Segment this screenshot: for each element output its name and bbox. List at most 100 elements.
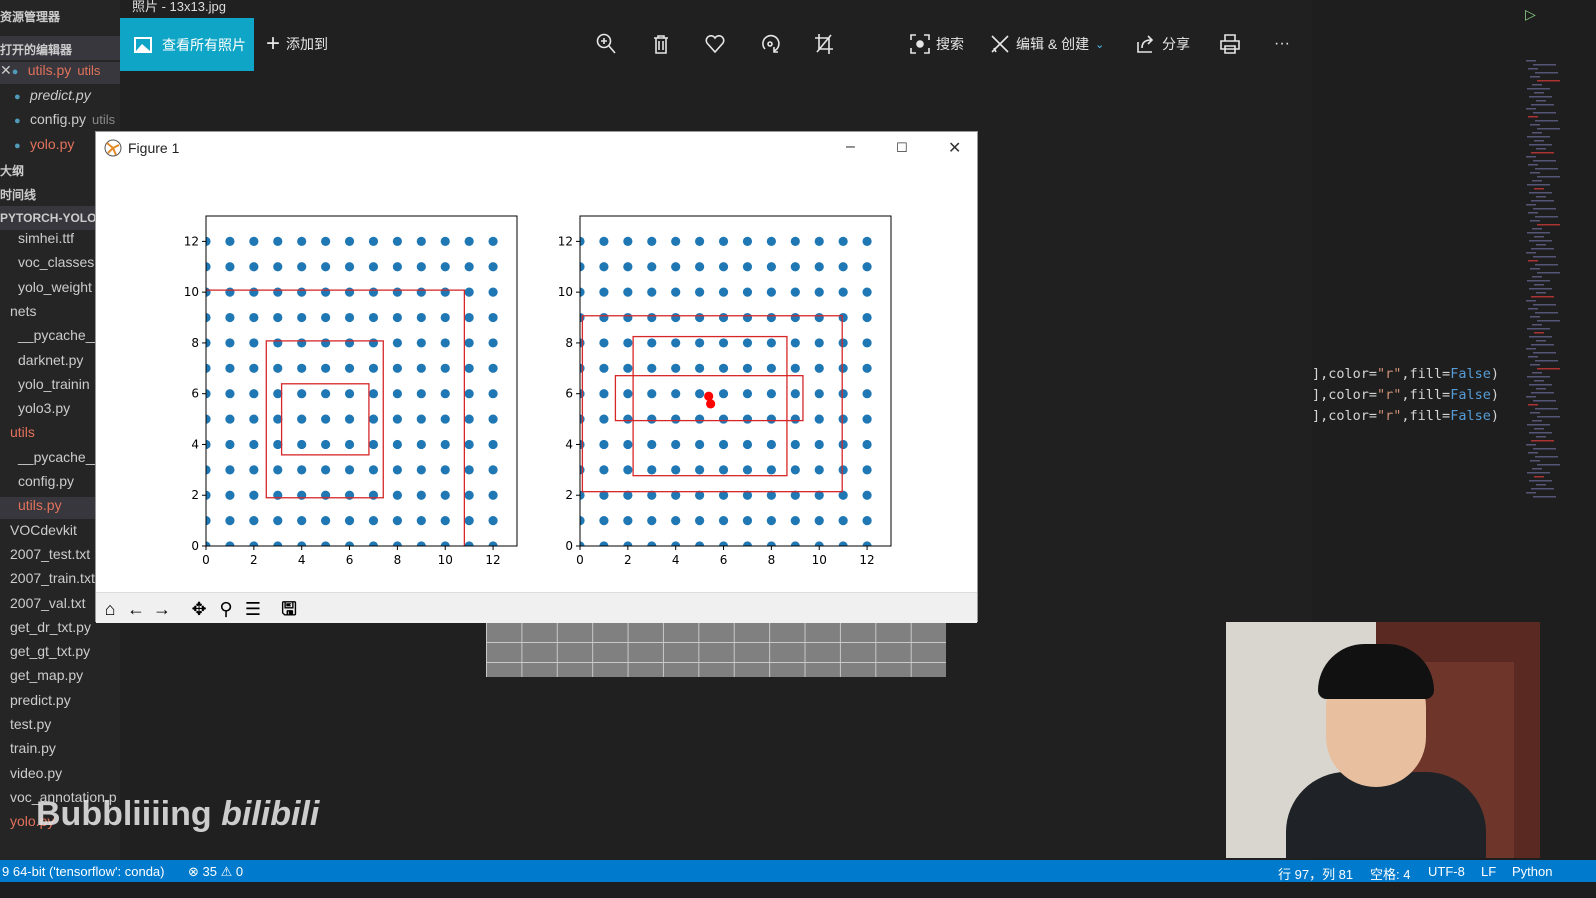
pan-icon[interactable]: ✥ — [187, 597, 211, 621]
back-arrow-icon[interactable]: ← — [124, 597, 148, 621]
scatter-point — [249, 287, 259, 297]
view-all-photos-button[interactable]: 查看所有照片 — [120, 18, 254, 71]
scatter-point — [273, 465, 283, 475]
edit-create-button[interactable]: 编辑 & 创建 ⌄ — [990, 30, 1104, 58]
file-tree-item[interactable]: video.py — [0, 765, 120, 787]
outline-header[interactable]: 大纲 — [0, 162, 24, 179]
scatter-point — [790, 363, 800, 373]
cursor-position[interactable]: 行 97，列 81 — [1278, 864, 1353, 883]
open-editor-item[interactable]: ✕● utils.py utils — [0, 62, 120, 84]
delete-button[interactable] — [652, 30, 670, 58]
share-label: 分享 — [1162, 36, 1190, 52]
language-mode[interactable]: Python — [1512, 864, 1552, 879]
run-icon[interactable]: ▷ — [1525, 6, 1536, 23]
close-icon[interactable]: ✕ — [0, 62, 12, 78]
highlight-point — [706, 399, 716, 409]
scatter-point — [671, 287, 681, 297]
code-line[interactable]: ],color="r",fill=False) — [1312, 387, 1499, 403]
matplotlib-figure-window: Figure 1 – ☐ ✕ 0 2 4 6 8 10 12 0 2 4 6 8 10 12 0 2 4 6 8 10… — [95, 131, 978, 623]
file-name: 2007_val.txt — [10, 594, 86, 611]
open-editor-item[interactable]: ● predict.py — [0, 87, 120, 109]
scatter-point — [273, 516, 283, 526]
minimap-line — [1528, 356, 1538, 358]
open-editors-header[interactable]: 打开的编辑器 — [0, 36, 120, 60]
scatter-point — [440, 262, 450, 272]
scatter-point — [488, 389, 498, 399]
scatter-point — [368, 439, 379, 450]
timeline-header[interactable]: 时间线 — [0, 186, 36, 203]
print-button[interactable] — [1220, 30, 1240, 58]
open-editor-item[interactable]: ● config.py utils — [0, 111, 120, 133]
scatter-point — [838, 287, 848, 297]
scatter-point — [838, 338, 848, 348]
minimap-line — [1536, 148, 1546, 150]
indentation[interactable]: 空格: 4 — [1370, 864, 1410, 883]
save-icon[interactable]: 🖫 — [277, 597, 301, 621]
scatter-point — [344, 312, 355, 323]
file-name: config.py — [30, 111, 87, 127]
zoom-rect-icon[interactable]: ⚲ — [214, 597, 238, 621]
scatter-point — [742, 363, 753, 373]
scatter-point — [416, 363, 426, 373]
scatter-point — [623, 465, 633, 475]
eol[interactable]: LF — [1481, 864, 1496, 879]
more-button[interactable]: ··· — [1274, 30, 1290, 58]
file-tree-item[interactable]: test.py — [0, 716, 120, 738]
python-interpreter[interactable]: 9 64-bit ('tensorflow': conda) — [2, 864, 165, 879]
scatter-point — [249, 338, 259, 348]
x-tick-label: 0 — [202, 553, 210, 567]
code-token: "r" — [1377, 387, 1402, 403]
scatter-point — [392, 516, 402, 526]
file-name: 2007_test.txt — [10, 545, 91, 562]
code-line[interactable]: ],color="r",fill=False) — [1312, 408, 1499, 424]
minimap-line — [1533, 448, 1556, 450]
scatter-point — [671, 465, 681, 475]
scatter-point — [440, 414, 450, 424]
scatter-point — [599, 262, 609, 272]
scatter-point — [416, 490, 426, 500]
x-tick-label: 2 — [624, 553, 632, 567]
scatter-point — [368, 465, 379, 475]
minimap[interactable] — [1520, 60, 1568, 510]
scatter-point — [249, 465, 259, 475]
problems-indicator[interactable]: ⊗ 35 ⚠ 0 — [188, 864, 243, 880]
minimap-line — [1530, 316, 1540, 318]
file-name: utils.py — [27, 62, 72, 78]
code-token: ],color= — [1312, 408, 1378, 424]
search-button[interactable]: 搜索 — [910, 30, 964, 58]
scatter-point — [790, 465, 800, 475]
photos-title: 照片 - 13x13.jpg — [132, 0, 226, 14]
favorite-button[interactable] — [705, 30, 725, 58]
file-tree-item[interactable]: get_map.py — [0, 667, 120, 689]
forward-arrow-icon[interactable]: → — [150, 597, 174, 621]
scatter-point — [814, 389, 824, 399]
minimap-line — [1526, 156, 1536, 158]
zoom-button[interactable] — [596, 30, 616, 58]
configure-subplots-icon[interactable]: ☰ — [241, 597, 265, 621]
share-button[interactable]: 分享 — [1136, 30, 1190, 58]
home-icon[interactable]: ⌂ — [98, 597, 122, 621]
heart-icon — [705, 35, 725, 53]
code-line[interactable]: ],color="r",fill=False) — [1312, 366, 1499, 382]
file-tree-item[interactable]: train.py — [0, 740, 120, 762]
scatter-point — [225, 389, 235, 399]
scatter-point — [647, 312, 657, 323]
minimap-line — [1535, 312, 1558, 314]
crop-button[interactable] — [814, 30, 834, 58]
scatter-point — [623, 439, 633, 450]
scatter-point — [297, 516, 307, 526]
code-token: False — [1450, 408, 1491, 424]
file-tree-item[interactable]: predict.py — [0, 692, 120, 714]
encoding[interactable]: UTF-8 — [1428, 864, 1465, 879]
scatter-point — [344, 338, 355, 348]
file-name: yolo3.py — [18, 400, 71, 417]
scatter-point — [488, 312, 498, 323]
file-tree-item[interactable]: get_gt_txt.py — [0, 643, 120, 665]
scatter-point — [647, 465, 657, 475]
scatter-point — [838, 439, 848, 450]
scatter-point — [297, 414, 307, 424]
rotate-button[interactable] — [760, 30, 780, 58]
y-tick-label: 10 — [558, 285, 573, 299]
scatter-point — [718, 312, 729, 323]
add-to-button[interactable]: + 添加到 — [266, 30, 328, 58]
